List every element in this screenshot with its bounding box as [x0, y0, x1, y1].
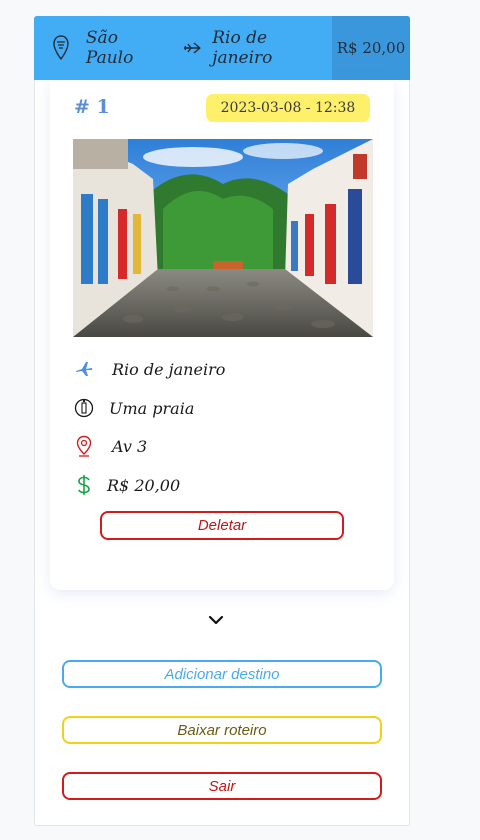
total-price: R$ 20,00 [332, 16, 410, 80]
destination-city-value: Rio de janeiro [112, 359, 226, 379]
destination-place-row: Uma praia [72, 396, 194, 420]
map-pin-icon [53, 35, 69, 61]
delete-button[interactable]: Deletar [100, 511, 344, 540]
plane-icon [72, 357, 96, 381]
destination-card: # 1 2023-03-08 - 12:38 Rio de janeiro Um… [50, 80, 394, 590]
origin-city: São Paulo [85, 28, 134, 68]
trip-route: São Paulo Rio de janeiro [34, 16, 332, 80]
destination-address-value: Av 3 [112, 436, 148, 456]
download-itinerary-button[interactable]: Baixar roteiro [62, 716, 382, 744]
location-icon [72, 434, 96, 458]
chevron-down-icon[interactable] [206, 612, 226, 628]
destination-photo [73, 139, 373, 337]
date-badge: 2023-03-08 - 12:38 [206, 94, 370, 122]
destination-city: Rio de janeiro [212, 28, 273, 68]
dollar-icon [72, 473, 96, 497]
add-destination-button[interactable]: Adicionar destino [62, 660, 382, 688]
plane-icon [184, 42, 201, 54]
destination-cost-row: R$ 20,00 [72, 473, 180, 497]
trip-header: São Paulo Rio de janeiro R$ 20,00 [34, 16, 410, 80]
destination-city-row: Rio de janeiro [72, 357, 225, 381]
destination-number: # 1 [74, 96, 110, 118]
destination-address-row: Av 3 [72, 434, 147, 458]
destination-place-value: Uma praia [109, 398, 195, 418]
destination-cost-value: R$ 20,00 [107, 475, 181, 495]
exit-button[interactable]: Sair [62, 772, 382, 800]
street-photo-icon [73, 139, 373, 337]
place-icon [72, 396, 96, 420]
